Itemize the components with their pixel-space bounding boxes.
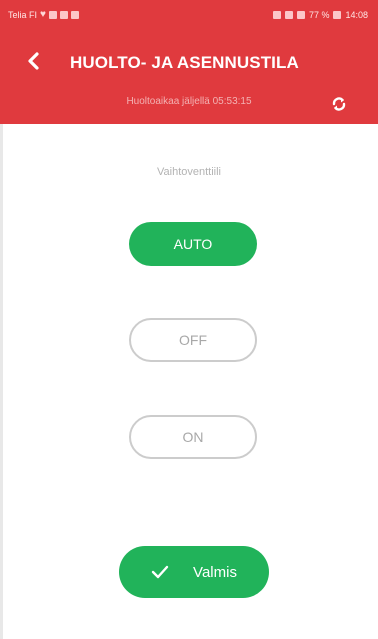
check-icon [151, 565, 169, 579]
status-right: 77 % 14:08 [272, 10, 368, 20]
done-button[interactable]: Valmis [119, 546, 269, 598]
service-time-remaining: Huoltoaikaa jäljellä 05:53:15 [126, 96, 252, 107]
status-bar: Telia FI ♥ 77 % 14:08 [0, 0, 378, 32]
refresh-icon [332, 97, 346, 111]
wifi-icon [284, 11, 293, 19]
status-left: Telia FI ♥ [8, 10, 79, 20]
option-off-button[interactable]: OFF [129, 318, 257, 362]
option-off-label: OFF [179, 332, 207, 348]
back-button[interactable] [20, 48, 46, 74]
option-auto-label: AUTO [173, 236, 213, 252]
clock: 14:08 [345, 10, 368, 20]
option-on-button[interactable]: ON [129, 415, 257, 459]
carrier-label: Telia FI [8, 10, 38, 20]
mail-icon [48, 11, 57, 19]
signal-icon [296, 11, 305, 19]
notification-icon [59, 11, 68, 19]
left-edge [0, 124, 3, 639]
section-label: Vaihtoventtiili [157, 166, 221, 178]
option-on-label: ON [182, 429, 204, 445]
option-auto-button[interactable]: AUTO [129, 222, 257, 266]
app-header: Telia FI ♥ 77 % 14:08 HUOLTO- JA ASENNUS… [0, 0, 378, 124]
chevron-left-icon [28, 52, 39, 70]
notification-icon-2 [70, 11, 79, 19]
bluetooth-icon [272, 11, 281, 19]
done-label: Valmis [193, 563, 237, 581]
battery-icon [333, 11, 342, 19]
battery-percent: 77 % [308, 10, 330, 20]
heart-icon: ♥ [40, 9, 46, 20]
refresh-button[interactable] [327, 92, 351, 116]
page-title: HUOLTO- JA ASENNUSTILA [70, 53, 299, 72]
